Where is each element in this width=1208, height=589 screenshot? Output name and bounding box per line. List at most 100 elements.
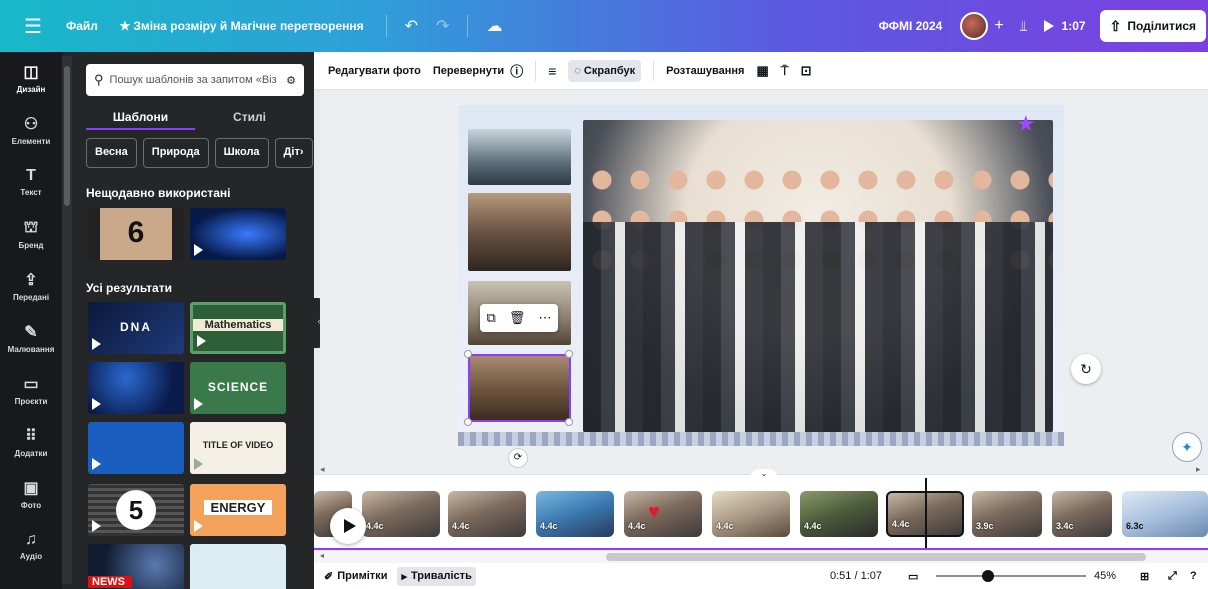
timeline-scrollbar[interactable]: ◂	[314, 551, 1208, 563]
small-photo-4-selected[interactable]	[468, 354, 571, 422]
template-card[interactable]: TITLE OF VIDEO	[190, 422, 286, 474]
avatar[interactable]	[960, 12, 989, 40]
template-label: NEWS	[88, 576, 132, 588]
rail-item-uploads[interactable]: ⇪ Передані	[0, 260, 62, 312]
undo-icon[interactable]: ↶	[405, 16, 418, 36]
template-card[interactable]	[88, 422, 184, 474]
grid-view-icon[interactable]: ⊞	[1140, 570, 1149, 583]
edit-photo-button[interactable]: Редагувати фото	[328, 65, 421, 77]
scrollbar-thumb[interactable]	[606, 553, 1146, 561]
star-sticker-icon[interactable]: ★	[1016, 111, 1036, 137]
recent-template-2[interactable]	[190, 208, 286, 260]
paint-roller-icon[interactable]: ⍑	[781, 63, 789, 79]
rail-item-apps[interactable]: ⠿ Додатки	[0, 416, 62, 468]
chip-spring[interactable]: Весна	[86, 138, 137, 168]
small-photo-2[interactable]	[468, 193, 571, 271]
rail-item-design[interactable]: ◫ Дизайн	[0, 52, 62, 104]
template-card[interactable]: SCIENCE	[190, 362, 286, 414]
rail-item-elements[interactable]: ⚇ Елементи	[0, 104, 62, 156]
position-button[interactable]: Розташування	[666, 65, 744, 77]
regenerate-icon[interactable]: ↻	[1071, 354, 1101, 384]
filter-icon[interactable]: ⚙	[286, 74, 296, 87]
rail-item-projects[interactable]: ▭ Проєкти	[0, 364, 62, 416]
recent-template-1[interactable]: 6	[88, 208, 184, 260]
duplicate-icon[interactable]: ⧉	[487, 310, 496, 326]
timeline-clip[interactable]: 4.4c	[712, 491, 790, 537]
transparency-icon[interactable]: ▦	[756, 63, 768, 79]
rail-item-audio[interactable]: ♫ Аудіо	[0, 520, 62, 572]
rail-item-text[interactable]: T Текст	[0, 156, 62, 208]
lock-icon[interactable]: ⊡	[801, 63, 812, 79]
template-card[interactable]: DNA	[88, 302, 184, 354]
menu-icon[interactable]: ☰	[0, 14, 66, 39]
chip-school[interactable]: Школа	[214, 138, 269, 168]
template-card[interactable]: Mathematics	[190, 302, 286, 354]
chip-kids[interactable]: Діт›	[274, 138, 313, 168]
tab-styles[interactable]: Стилі	[195, 104, 304, 130]
main-group-photo[interactable]	[583, 120, 1053, 432]
play-icon	[92, 458, 101, 470]
collapse-timeline-icon[interactable]: ⌄	[750, 469, 778, 479]
rotate-icon[interactable]: ⟳	[508, 448, 528, 468]
panel-scrollbar[interactable]	[62, 56, 72, 584]
rail-item-draw[interactable]: ✎ Малювання	[0, 312, 62, 364]
file-menu[interactable]: Файл	[66, 19, 98, 33]
timeline-clip[interactable]: 4.4c	[362, 491, 440, 537]
flip-button[interactable]: Перевернути ⓘ	[433, 61, 523, 80]
clip-duration: 6.3c	[1126, 521, 1144, 531]
scrapbook-button[interactable]: ◌ Скрапбук	[568, 59, 642, 82]
rail-item-brand[interactable]: ⛫ Бренд	[0, 208, 62, 260]
help-icon[interactable]: ?	[1190, 570, 1197, 582]
fullscreen-icon[interactable]: ⤢	[1168, 570, 1177, 583]
small-photo-1[interactable]	[468, 129, 571, 185]
timeline-clip[interactable]: 4.4c	[448, 491, 526, 537]
share-button[interactable]: ⇧ Поділитися	[1099, 10, 1206, 42]
zoom-slider-knob[interactable]	[982, 570, 994, 582]
resize-handle[interactable]	[464, 418, 472, 426]
template-card[interactable]: NEWS	[88, 544, 184, 589]
resize-magic-button[interactable]: ✭ Зміна розміру й Магічне перетворення	[120, 19, 364, 33]
redo-icon[interactable]: ↷	[436, 16, 449, 36]
project-name[interactable]: ФФМІ 2024	[879, 19, 943, 33]
template-card[interactable]	[190, 544, 286, 589]
chip-nature[interactable]: Природа	[142, 138, 209, 168]
timeline-clip[interactable]: 4.4c	[800, 491, 878, 537]
rail-item-photos[interactable]: ▣ Фото	[0, 468, 62, 520]
border-icon[interactable]: ≡	[548, 63, 556, 79]
timeline-clip[interactable]: 6.3c	[1122, 491, 1208, 537]
timeline-clip[interactable]: 4.4c	[536, 491, 614, 537]
timeline-clip[interactable]: 4.4c ♥	[624, 491, 702, 537]
notes-button[interactable]: ✐ Примітки	[324, 570, 387, 583]
search-input[interactable]: ⚲ Пошук шаблонів за запитом «Віз ⚙	[86, 64, 304, 96]
playhead[interactable]	[925, 478, 927, 550]
template-card[interactable]: ENERGY	[190, 484, 286, 536]
add-collaborator-icon[interactable]: +	[994, 17, 1003, 35]
template-card[interactable]: 5	[88, 484, 184, 536]
tab-templates[interactable]: Шаблони	[86, 104, 195, 130]
chip-label: Діт	[283, 146, 300, 158]
duration-label: Тривалість	[411, 570, 472, 582]
clip-duration: 4.4c	[366, 521, 384, 531]
duration-button[interactable]: ▸ Тривалість	[397, 566, 476, 586]
magic-assistant-icon[interactable]: ✦	[1172, 432, 1202, 462]
zoom-level[interactable]: 45%	[1094, 570, 1116, 582]
resize-handle[interactable]	[464, 350, 472, 358]
delete-icon[interactable]: 🗑︎	[509, 310, 526, 326]
timeline-clip[interactable]: 3.9c	[972, 491, 1042, 537]
timeline-clip[interactable]: 3.4c	[1052, 491, 1112, 537]
resize-handle[interactable]	[565, 350, 573, 358]
cloud-saved-icon[interactable]: ☁	[486, 16, 502, 36]
present-button[interactable]: 1:07	[1043, 19, 1086, 33]
insights-icon[interactable]: ⫫	[1020, 18, 1028, 35]
scroll-left-icon[interactable]: ◂	[320, 551, 324, 560]
timeline-play-button[interactable]	[330, 508, 366, 544]
clip-duration: 4.4c	[628, 521, 646, 531]
screen-icon[interactable]: ▭	[908, 570, 918, 583]
scrollbar-thumb[interactable]	[64, 66, 70, 206]
more-icon[interactable]: ⋯	[538, 310, 551, 326]
rail-label: Фото	[20, 501, 42, 510]
zoom-slider[interactable]	[936, 575, 1086, 577]
design-page[interactable]: ★	[458, 105, 1064, 446]
template-card[interactable]	[88, 362, 184, 414]
resize-handle[interactable]	[565, 418, 573, 426]
